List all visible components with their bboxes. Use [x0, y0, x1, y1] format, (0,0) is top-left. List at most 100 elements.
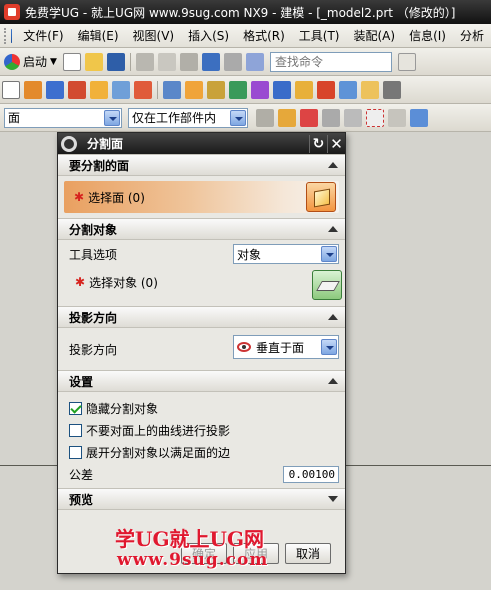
hide-split-objects-checkbox[interactable]	[69, 401, 82, 415]
menu-assembly[interactable]: 装配(A)	[347, 27, 403, 44]
chevron-up-icon[interactable]	[327, 159, 339, 171]
ok-button[interactable]: 确定	[180, 542, 227, 564]
save-icon[interactable]	[106, 52, 125, 71]
no-project-curves-row[interactable]: 不要对面上的曲线进行投影	[64, 419, 339, 441]
open-folder-icon[interactable]	[84, 52, 103, 71]
draft-icon[interactable]	[295, 80, 313, 99]
subtract-icon[interactable]	[134, 80, 152, 99]
hole-icon[interactable]	[68, 80, 86, 99]
wireframe-icon[interactable]	[410, 108, 428, 127]
menu-analysis[interactable]: 分析	[453, 27, 491, 44]
assembly-filter-icon[interactable]	[256, 108, 274, 127]
chevron-up-icon[interactable]	[327, 375, 339, 387]
copy-icon[interactable]	[157, 52, 176, 71]
datum-plane-icon[interactable]	[339, 80, 357, 99]
chevron-up-icon[interactable]	[327, 311, 339, 323]
toolbar-separator	[157, 80, 158, 99]
menu-tools[interactable]: 工具(T)	[292, 27, 347, 44]
section-preview[interactable]: 预览	[58, 488, 345, 510]
menu-view[interactable]: 视图(V)	[126, 27, 182, 44]
select-object-row[interactable]: ✱ 选择对象 (0)	[64, 270, 342, 300]
section-split-objects[interactable]: 分割对象	[58, 218, 345, 240]
selection-icon[interactable]	[245, 52, 264, 71]
toolbar-grip[interactable]	[4, 27, 7, 44]
chevron-down-icon[interactable]	[327, 493, 339, 505]
mirror-icon[interactable]	[229, 80, 247, 99]
scope-filter-dropdown[interactable]: 仅在工作部件内	[128, 107, 248, 128]
unfold-split-objects-checkbox[interactable]	[69, 445, 82, 459]
select-point-icon[interactable]	[300, 108, 318, 127]
paste-icon[interactable]	[179, 52, 198, 71]
move-icon[interactable]	[344, 108, 362, 127]
cancel-button[interactable]: 取消	[284, 542, 331, 564]
section-body-face-to-split: ✱ 选择面 (0)	[58, 176, 345, 218]
start-button[interactable]: 启动 ▼	[0, 53, 61, 70]
section-title: 要分割的面	[69, 158, 130, 173]
menu-bar: 文件(F) 编辑(E) 视图(V) 插入(S) 格式(R) 工具(T) 装配(A…	[0, 24, 491, 48]
type-filter-dropdown[interactable]: 面	[4, 107, 122, 128]
menu-insert[interactable]: 插入(S)	[181, 27, 236, 44]
selection-toolbar: 面 仅在工作部件内	[0, 104, 491, 132]
section-title: 预览	[69, 492, 94, 507]
shell-icon[interactable]	[273, 80, 291, 99]
dialog-title-bar[interactable]: 分割面 ↻ ✕	[58, 133, 345, 154]
toolbar-separator	[129, 52, 131, 71]
projection-direction-row: 投影方向 垂直于面	[64, 335, 339, 360]
revolve-icon[interactable]	[46, 80, 64, 99]
chamfer-icon[interactable]	[185, 80, 203, 99]
tool-option-dropdown[interactable]: 对象	[233, 244, 339, 264]
chevron-up-icon[interactable]	[327, 223, 339, 235]
select-face-cube-icon[interactable]	[306, 182, 336, 212]
tolerance-input[interactable]: 0.00100	[283, 465, 339, 483]
start-label: 启动	[23, 55, 48, 69]
projection-direction-label: 投影方向	[69, 342, 118, 357]
rectangle-select-icon[interactable]	[366, 108, 384, 127]
undo-icon[interactable]	[201, 52, 220, 71]
chevron-down-icon	[321, 246, 337, 262]
offset-face-icon[interactable]	[317, 80, 335, 99]
menu-file[interactable]: 文件(F)	[16, 27, 70, 44]
extrude-icon[interactable]	[24, 80, 42, 99]
menu-edit[interactable]: 编辑(E)	[71, 27, 126, 44]
no-project-curves-checkbox[interactable]	[69, 423, 82, 437]
command-search-input[interactable]	[269, 51, 392, 72]
start-icon	[4, 53, 20, 70]
hide-split-objects-row[interactable]: 隐藏分割对象	[64, 397, 339, 419]
select-plane-icon[interactable]	[312, 270, 342, 300]
new-file-icon[interactable]	[62, 52, 81, 71]
section-settings[interactable]: 设置	[58, 370, 345, 392]
unfold-split-objects-row[interactable]: 展开分割对象以满足面的边	[64, 441, 339, 463]
split-face-dialog: 分割面 ↻ ✕ 要分割的面 ✱ 选择面 (0) 分割对象 工具选项 对象 ✱ 选…	[57, 132, 346, 574]
section-projection[interactable]: 投影方向	[58, 306, 345, 328]
cursor-icon[interactable]	[322, 108, 340, 127]
unite-icon[interactable]	[112, 80, 130, 99]
pattern-icon[interactable]	[207, 80, 225, 99]
sketch-icon[interactable]	[2, 80, 20, 99]
snap-point-icon[interactable]	[278, 108, 296, 127]
select-face-label: 选择面 (0)	[88, 190, 145, 205]
required-icon: ✱	[74, 190, 85, 204]
shaded-view-icon[interactable]	[388, 108, 406, 127]
block-icon[interactable]	[90, 80, 108, 99]
trim-body-icon[interactable]	[251, 80, 269, 99]
menu-logo-icon	[10, 28, 13, 43]
chevron-down-icon: ▼	[50, 56, 57, 67]
feature-toolbar	[0, 76, 491, 104]
more-tools-icon[interactable]	[383, 80, 401, 99]
edge-blend-icon[interactable]	[163, 80, 181, 99]
apply-button[interactable]: 应用	[232, 542, 279, 564]
menu-format[interactable]: 格式(R)	[236, 27, 292, 44]
close-icon[interactable]: ✕	[327, 134, 345, 153]
cut-icon[interactable]	[135, 52, 154, 71]
required-icon: ✱	[75, 275, 86, 289]
reset-icon[interactable]: ↻	[309, 134, 327, 153]
redo-icon[interactable]	[223, 52, 242, 71]
projection-direction-dropdown[interactable]: 垂直于面	[233, 335, 339, 359]
section-face-to-split[interactable]: 要分割的面	[58, 154, 345, 176]
type-filter-value: 面	[8, 111, 21, 125]
search-icon[interactable]	[397, 52, 416, 71]
select-face-row[interactable]: ✱ 选择面 (0)	[64, 181, 339, 213]
measure-icon[interactable]	[361, 80, 379, 99]
gear-icon[interactable]	[61, 135, 77, 152]
menu-info[interactable]: 信息(I)	[402, 27, 453, 44]
